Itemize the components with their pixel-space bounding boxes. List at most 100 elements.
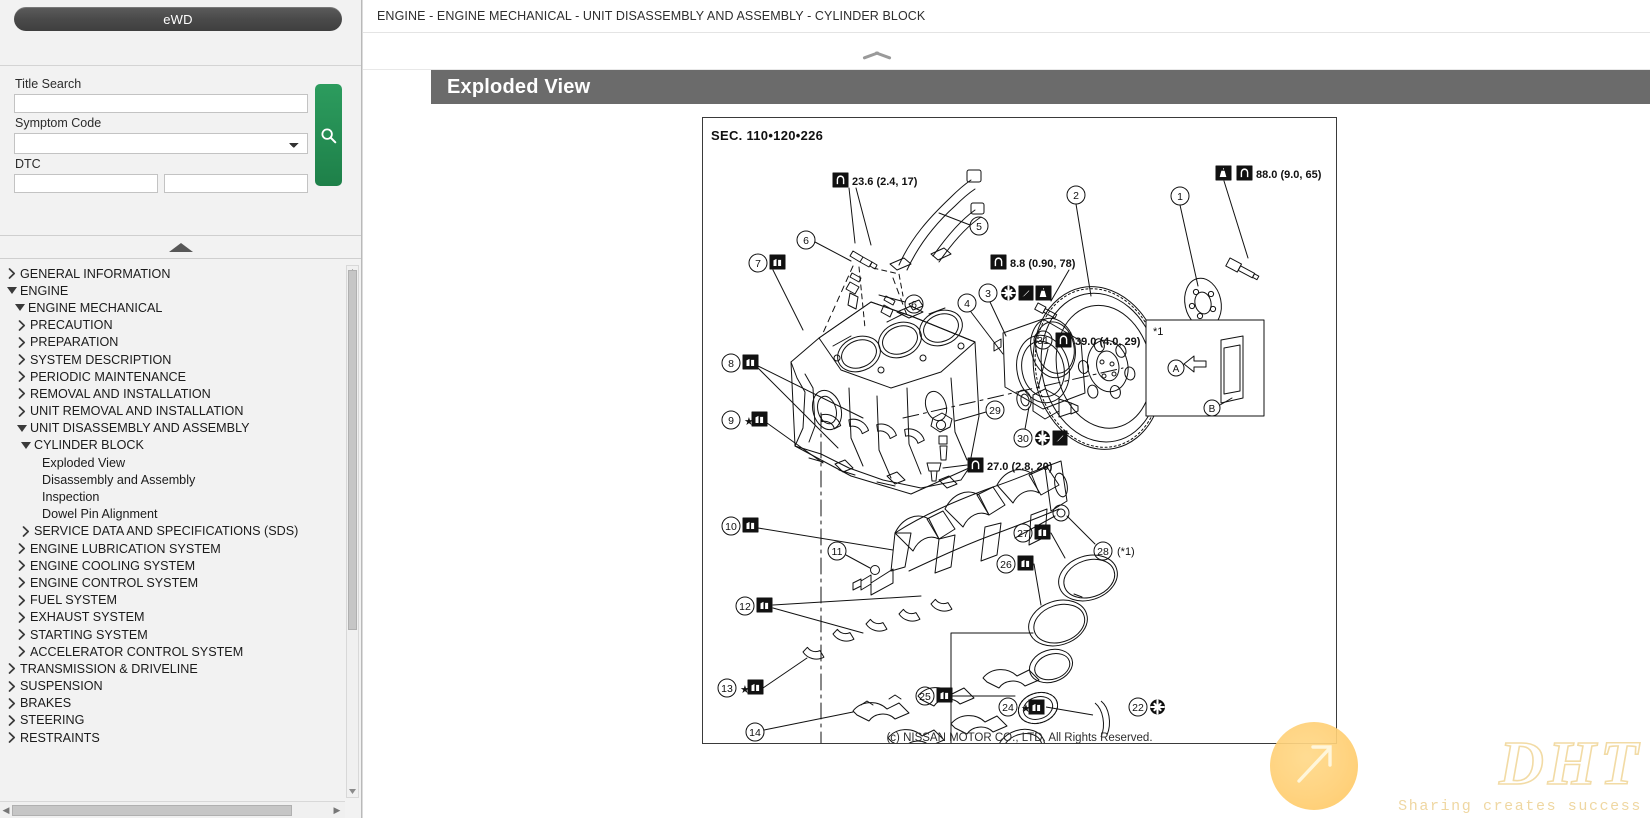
tree-item[interactable]: PREPARATION bbox=[4, 334, 345, 351]
svg-text:30: 30 bbox=[1017, 433, 1029, 445]
sidebar-header: eWD bbox=[0, 0, 361, 66]
search-button[interactable] bbox=[315, 84, 342, 186]
title-search-input[interactable] bbox=[14, 94, 308, 113]
svg-text:88.0 (9.0, 65): 88.0 (9.0, 65) bbox=[1256, 169, 1322, 181]
tree-item[interactable]: PRECAUTION bbox=[4, 317, 345, 334]
triangle-down-icon[interactable] bbox=[4, 287, 20, 295]
chevron-right-icon[interactable] bbox=[14, 319, 30, 331]
tree-item[interactable]: UNIT REMOVAL AND INSTALLATION bbox=[4, 403, 345, 420]
tree-item[interactable]: Disassembly and Assembly bbox=[4, 471, 345, 488]
chevron-right-icon[interactable] bbox=[14, 405, 30, 417]
chevron-right-icon[interactable] bbox=[4, 680, 20, 692]
chevron-right-icon[interactable] bbox=[14, 560, 30, 572]
tree-hscroll-thumb[interactable] bbox=[12, 805, 292, 816]
tree-item[interactable]: PERIODIC MAINTENANCE bbox=[4, 368, 345, 385]
tree-item[interactable]: SUSPENSION bbox=[4, 678, 345, 695]
tree-item[interactable]: GENERAL INFORMATION bbox=[4, 265, 345, 282]
copyright-notice: (c) NISSAN MOTOR CO., LTD. All Rights Re… bbox=[886, 732, 1153, 744]
ewd-button[interactable]: eWD bbox=[14, 7, 342, 31]
chevron-right-icon[interactable] bbox=[4, 732, 20, 744]
chevron-right-icon[interactable] bbox=[4, 697, 20, 709]
search-panel: Title Search Symptom Code DTC bbox=[0, 66, 361, 236]
sidebar: eWD Title Search Symptom Code DTC GENERA… bbox=[0, 0, 362, 818]
svg-text:3: 3 bbox=[985, 288, 991, 300]
tree-item[interactable]: UNIT DISASSEMBLY AND ASSEMBLY bbox=[4, 420, 345, 437]
svg-text:26: 26 bbox=[1000, 559, 1012, 571]
tree-item[interactable]: SYSTEM DESCRIPTION bbox=[4, 351, 345, 368]
tree-item[interactable]: EXHAUST SYSTEM bbox=[4, 609, 345, 626]
exploded-view-figure: SEC. 110•120•226 23.6 (2.4, 17) 6 6 5 2 … bbox=[702, 117, 1337, 744]
figure-scroll-area: SEC. 110•120•226 23.6 (2.4, 17) 6 6 5 2 … bbox=[363, 104, 1650, 744]
svg-text:27.0 (2.8, 20): 27.0 (2.8, 20) bbox=[987, 461, 1053, 473]
scroll-left-icon[interactable]: ◀ bbox=[0, 805, 12, 816]
chevron-right-icon[interactable] bbox=[14, 577, 30, 589]
tree-item[interactable]: FUEL SYSTEM bbox=[4, 592, 345, 609]
tree-item-label: UNIT DISASSEMBLY AND ASSEMBLY bbox=[30, 421, 250, 436]
chevron-right-icon[interactable] bbox=[14, 543, 30, 554]
tree-item[interactable]: CYLINDER BLOCK bbox=[4, 437, 345, 454]
svg-text:2: 2 bbox=[1073, 190, 1079, 202]
tree-item-label: RESTRAINTS bbox=[20, 730, 100, 745]
triangle-up-icon[interactable] bbox=[168, 242, 193, 252]
chevron-right-icon[interactable] bbox=[14, 646, 30, 658]
exploded-view-drawing: 23.6 (2.4, 17) 6 6 5 2 1 88.0 (9.0, 65) … bbox=[717, 165, 1322, 743]
dtc-input-2[interactable] bbox=[164, 174, 308, 193]
tree-item[interactable]: STEERING bbox=[4, 712, 345, 729]
chevron-right-icon[interactable] bbox=[14, 354, 30, 365]
tree-item[interactable]: RESTRAINTS bbox=[4, 729, 345, 746]
chevron-right-icon[interactable] bbox=[18, 526, 34, 537]
chevron-right-icon[interactable] bbox=[4, 715, 20, 726]
tree-horizontal-scrollbar[interactable]: ◀ ▶ bbox=[0, 801, 345, 818]
chevron-right-icon[interactable] bbox=[14, 336, 30, 348]
tree-item-label: SUSPENSION bbox=[20, 679, 103, 694]
chevron-right-icon[interactable] bbox=[14, 611, 30, 623]
svg-text:7: 7 bbox=[755, 258, 761, 270]
title-search-label: Title Search bbox=[15, 77, 82, 91]
tree-scroll-thumb[interactable] bbox=[348, 270, 357, 630]
svg-text:29: 29 bbox=[989, 405, 1001, 417]
svg-text:39.0 (4.0, 29): 39.0 (4.0, 29) bbox=[1075, 336, 1141, 348]
chevron-right-icon[interactable] bbox=[14, 629, 30, 640]
tree-item[interactable]: REMOVAL AND INSTALLATION bbox=[4, 385, 345, 402]
tree-item[interactable]: ACCELERATOR CONTROL SYSTEM bbox=[4, 643, 345, 660]
scroll-right-icon[interactable]: ▶ bbox=[331, 805, 343, 816]
tree-item[interactable]: ENGINE COOLING SYSTEM bbox=[4, 557, 345, 574]
chevron-right-icon[interactable] bbox=[4, 663, 20, 675]
tree-item[interactable]: TRANSMISSION & DRIVELINE bbox=[4, 660, 345, 677]
tree-item[interactable]: Inspection bbox=[4, 488, 345, 505]
tree-item-label: Dowel Pin Alignment bbox=[42, 507, 158, 522]
dtc-row bbox=[14, 174, 347, 193]
chevron-right-icon[interactable] bbox=[4, 268, 20, 279]
chevron-right-icon[interactable] bbox=[14, 371, 30, 383]
breadcrumb: ENGINE - ENGINE MECHANICAL - UNIT DISASS… bbox=[363, 0, 1650, 33]
chevron-up-icon[interactable] bbox=[862, 45, 892, 58]
dtc-input-1[interactable] bbox=[14, 174, 158, 193]
tree-item-label: STEERING bbox=[20, 713, 85, 728]
chevron-right-icon[interactable] bbox=[14, 594, 30, 606]
triangle-down-icon[interactable] bbox=[14, 424, 30, 432]
tree-item[interactable]: ENGINE CONTROL SYSTEM bbox=[4, 574, 345, 591]
svg-text:8: 8 bbox=[728, 358, 734, 370]
tree-item[interactable]: Exploded View bbox=[4, 454, 345, 471]
svg-text:9: 9 bbox=[728, 415, 734, 427]
tree-item[interactable]: BRAKES bbox=[4, 695, 345, 712]
navigation-tree-panel: GENERAL INFORMATION ENGINE ENGINE MECHANIC… bbox=[0, 258, 361, 818]
tree-vertical-scrollbar[interactable] bbox=[346, 265, 359, 798]
tree-item-label: ENGINE MECHANICAL bbox=[28, 300, 163, 315]
triangle-down-icon[interactable] bbox=[12, 304, 28, 312]
tree-item-label: PRECAUTION bbox=[30, 318, 113, 333]
tree-item[interactable]: ENGINE bbox=[4, 282, 345, 299]
tree-item[interactable]: STARTING SYSTEM bbox=[4, 626, 345, 643]
tree-item-label: STARTING SYSTEM bbox=[30, 627, 148, 642]
tree-item-label: TRANSMISSION & DRIVELINE bbox=[20, 661, 198, 676]
tree-item-label: Exploded View bbox=[42, 455, 126, 470]
symptom-code-select[interactable] bbox=[14, 133, 308, 154]
tree-item[interactable]: Dowel Pin Alignment bbox=[4, 506, 345, 523]
tree-item[interactable]: ENGINE LUBRICATION SYSTEM bbox=[4, 540, 345, 557]
tree-item[interactable]: ENGINE MECHANICAL bbox=[4, 299, 345, 316]
triangle-down-icon[interactable] bbox=[18, 441, 34, 449]
scroll-down-icon[interactable] bbox=[348, 786, 357, 797]
dtc-label: DTC bbox=[15, 157, 41, 171]
tree-item[interactable]: SERVICE DATA AND SPECIFICATIONS (SDS) bbox=[4, 523, 345, 540]
chevron-right-icon[interactable] bbox=[14, 388, 30, 400]
